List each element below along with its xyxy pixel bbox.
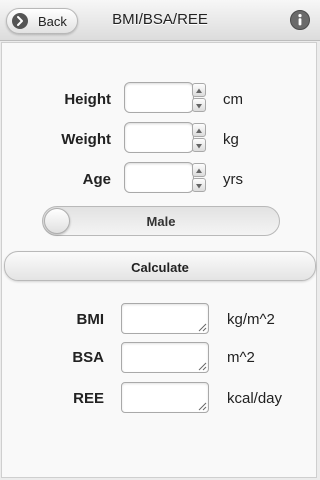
ree-unit: kcal/day — [227, 390, 283, 407]
age-decrement-button[interactable] — [192, 178, 206, 192]
weight-input[interactable] — [124, 122, 194, 153]
resize-grip-icon — [198, 323, 207, 332]
bsa-unit: m^2 — [227, 349, 255, 366]
info-icon[interactable] — [290, 10, 310, 30]
weight-increment-button[interactable] — [192, 123, 206, 137]
height-input[interactable] — [124, 82, 194, 113]
page-title: BMI/BSA/REE — [112, 11, 208, 28]
calculate-button[interactable]: Calculate — [4, 251, 316, 281]
resize-grip-icon — [198, 402, 207, 411]
age-label: Age — [82, 171, 111, 188]
header-bar: Back BMI/BSA/REE — [0, 0, 320, 41]
bsa-output[interactable] — [121, 342, 209, 373]
resize-grip-icon — [198, 362, 207, 371]
height-decrement-button[interactable] — [192, 98, 206, 112]
toggle-knob[interactable] — [44, 208, 70, 234]
age-unit: yrs — [223, 171, 243, 188]
bmi-output[interactable] — [121, 303, 209, 334]
bmi-unit: kg/m^2 — [227, 311, 275, 328]
weight-decrement-button[interactable] — [192, 138, 206, 152]
weight-label: Weight — [61, 131, 111, 148]
gender-toggle[interactable]: Male — [42, 206, 280, 236]
bsa-label: BSA — [72, 349, 104, 366]
height-unit: cm — [223, 91, 243, 108]
age-input[interactable] — [124, 162, 194, 193]
age-stepper[interactable] — [192, 162, 208, 193]
age-increment-button[interactable] — [192, 163, 206, 177]
bmi-label: BMI — [76, 311, 105, 328]
height-increment-button[interactable] — [192, 83, 206, 97]
gender-toggle-label: Male — [146, 214, 176, 229]
height-label: Height — [64, 91, 111, 108]
ree-label: REE — [73, 390, 104, 407]
weight-unit: kg — [223, 131, 239, 148]
calculate-button-label: Calculate — [131, 260, 189, 275]
ree-output[interactable] — [121, 382, 209, 413]
weight-stepper[interactable] — [192, 122, 208, 153]
height-stepper[interactable] — [192, 82, 208, 113]
